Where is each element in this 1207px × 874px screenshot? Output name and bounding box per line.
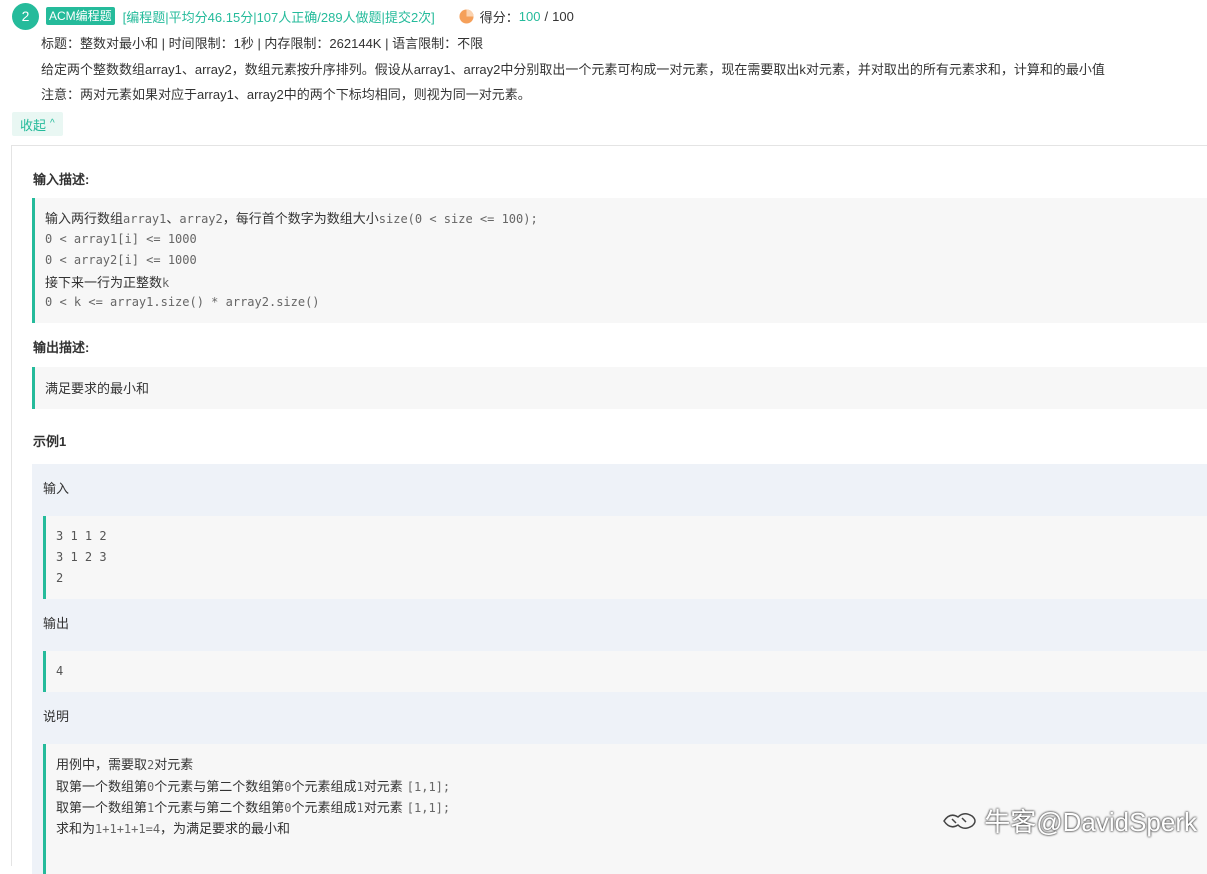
code: 0 bbox=[284, 780, 292, 794]
watermark-text: 牛客@DavidSperk bbox=[984, 807, 1197, 837]
example-explain-line: 取第一个数组第0个元素与第二个数组第0个元素组成1对元素 [1,1]; bbox=[56, 776, 450, 795]
example-output-box: 4 bbox=[43, 651, 1207, 692]
score-total: 100 bbox=[552, 8, 574, 24]
code: array1 bbox=[123, 212, 167, 226]
example-input-box: 3 1 1 2 3 1 2 3 2 bbox=[43, 516, 1207, 599]
score: 得分： 100 / 100 bbox=[459, 7, 574, 26]
example-explain-label: 说明 bbox=[43, 709, 70, 724]
text: 输入两行数组 bbox=[45, 211, 124, 226]
text: 取第一个数组第 bbox=[56, 800, 148, 815]
text: ，为满足要求的最小和 bbox=[160, 821, 291, 836]
example-explain-line: 求和为1+1+1+1=4，为满足要求的最小和 bbox=[56, 818, 290, 837]
text: 对元素 bbox=[363, 800, 403, 815]
text: 取第一个数组第 bbox=[56, 779, 148, 794]
input-desc-line: 0 < k <= array1.size() * array2.size() bbox=[45, 295, 320, 309]
text: 个元素与第二个数组第 bbox=[154, 800, 285, 815]
code: 1 bbox=[356, 801, 364, 815]
text: 、 bbox=[166, 211, 180, 226]
question-type-tag: ACM编程题 bbox=[46, 7, 115, 25]
code: k bbox=[162, 276, 170, 290]
input-desc-line: 接下来一行为正整数k bbox=[45, 272, 169, 291]
text: 对元素 bbox=[154, 757, 194, 772]
text: 个元素组成 bbox=[291, 800, 357, 815]
code: 0 bbox=[284, 801, 292, 815]
output-desc-text: 满足要求的最小和 bbox=[45, 381, 150, 396]
code: 1+1+1+1=4 bbox=[95, 822, 161, 836]
example-input-line: 3 1 2 3 bbox=[56, 550, 107, 564]
input-desc-block: 输入两行数组array1、array2，每行首个数字为数组大小size(0 < … bbox=[32, 198, 1207, 323]
output-desc-title: 输出描述: bbox=[33, 340, 90, 355]
question-number-badge: 2 bbox=[12, 2, 39, 30]
text: 对元素 bbox=[363, 779, 403, 794]
code: array2 bbox=[179, 212, 223, 226]
example-explain-line: 用例中，需要取2对元素 bbox=[56, 754, 193, 773]
example-input-line: 2 bbox=[56, 571, 64, 585]
code: [1,1]; bbox=[406, 780, 451, 794]
input-desc-title: 输入描述: bbox=[33, 172, 90, 187]
text: 个元素组成 bbox=[291, 779, 357, 794]
code: 1 bbox=[356, 780, 364, 794]
text: ，每行首个数字为数组大小 bbox=[222, 211, 379, 226]
detail-panel: 输入描述: 输入两行数组array1、array2，每行首个数字为数组大小siz… bbox=[11, 145, 1207, 874]
input-desc-line: 0 < array2[i] <= 1000 bbox=[45, 253, 197, 267]
collapse-label: 收起 bbox=[20, 117, 47, 133]
score-separator: / bbox=[544, 8, 549, 24]
text: 个元素与第二个数组第 bbox=[154, 779, 285, 794]
question-meta: [编程题|平均分46.15分|107人正确/289人做题|提交2次] bbox=[122, 9, 435, 25]
example-title: 示例1 bbox=[33, 434, 67, 449]
brand-logo-icon bbox=[943, 812, 976, 829]
question-note: 注意：两对元素如果对应于array1、array2中的两个下标均相同，则视为同一… bbox=[41, 87, 531, 102]
code: [1,1]; bbox=[406, 801, 451, 815]
chevron-up-icon: ^ bbox=[50, 117, 55, 129]
example-explain-line: 取第一个数组第1个元素与第二个数组第0个元素组成1对元素 [1,1]; bbox=[56, 797, 450, 816]
watermark: 牛客@DavidSperk bbox=[940, 802, 1197, 839]
code: size(0 < size <= 100); bbox=[378, 212, 538, 226]
text: 用例中，需要取 bbox=[56, 757, 148, 772]
text: 接下来一行为正整数 bbox=[45, 275, 163, 290]
example-output-label: 输出 bbox=[43, 616, 70, 631]
output-desc-block: 满足要求的最小和 bbox=[32, 367, 1207, 409]
collapse-button[interactable]: 收起 ^ bbox=[12, 112, 63, 136]
question-description: 给定两个整数数组array1、array2，数组元素按升序排列。假设从array… bbox=[41, 62, 1105, 77]
text: 求和为 bbox=[56, 821, 96, 836]
example-output-value: 4 bbox=[56, 664, 64, 678]
example-input-label: 输入 bbox=[43, 481, 70, 496]
example-input-line: 3 1 1 2 bbox=[56, 529, 107, 543]
question-title-line: 标题：整数对最小和 | 时间限制：1秒 | 内存限制：262144K | 语言限… bbox=[41, 36, 484, 51]
question-header: 2 ACM编程题 [编程题|平均分46.15分|107人正确/289人做题|提交… bbox=[12, 2, 574, 30]
score-value: 100 bbox=[518, 8, 541, 24]
pie-chart-icon bbox=[459, 8, 474, 24]
score-label: 得分： bbox=[479, 9, 519, 25]
input-desc-line: 0 < array1[i] <= 1000 bbox=[45, 232, 197, 246]
input-desc-line: 输入两行数组array1、array2，每行首个数字为数组大小size(0 < … bbox=[45, 208, 538, 227]
